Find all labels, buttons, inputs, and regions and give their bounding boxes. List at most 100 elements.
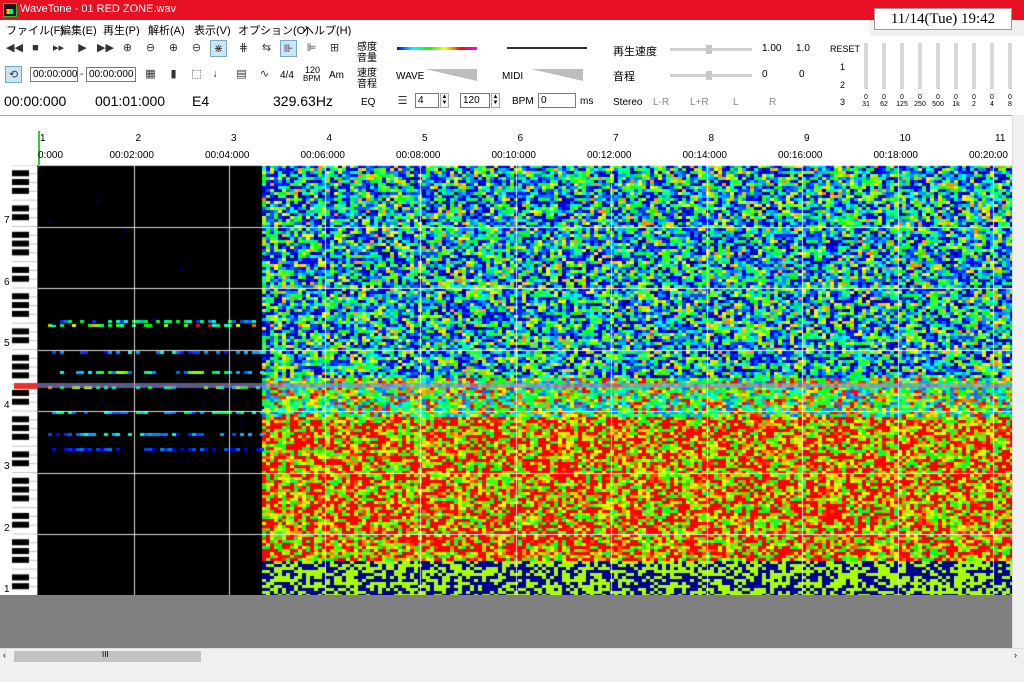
select-icon[interactable]: ⬚: [188, 66, 205, 83]
eq-band-slider[interactable]: [882, 43, 886, 89]
grid-lines-icon[interactable]: ⋕: [235, 40, 252, 57]
measure-label: 8: [708, 133, 715, 144]
playback-speed-value2: 1.0: [796, 43, 810, 54]
eq-band-slider[interactable]: [900, 43, 904, 89]
loop-icon[interactable]: ⟲: [5, 66, 22, 83]
zoom-in-vertical-icon[interactable]: ⊕: [165, 40, 182, 57]
wave-view-icon[interactable]: ⊪: [280, 40, 297, 57]
spectrogram-canvas[interactable]: [38, 165, 1012, 595]
pitch-label: 音程: [613, 71, 635, 83]
book-view-icon[interactable]: ⊞: [326, 40, 343, 57]
octave-label: 1: [4, 584, 10, 595]
playback-speed-value: 1.00: [762, 43, 782, 54]
note-icon[interactable]: ♩: [210, 66, 227, 83]
eq-reset-button[interactable]: RESET: [830, 44, 860, 54]
time-label: 00:10:000: [491, 150, 537, 161]
rewind-icon[interactable]: ◀◀: [6, 40, 23, 57]
timeline-ruler[interactable]: 1 2 3 4 5 6 7 8 9 10 11 0:000 00:02:000 00:04:000 00:0…: [0, 115, 1012, 166]
stereo-l-option[interactable]: L: [733, 97, 739, 108]
eq-band-label: 0 250: [914, 94, 926, 108]
table-icon[interactable]: ▤: [233, 66, 250, 83]
bpm-label: BPM: [512, 96, 534, 107]
midi-level-slider[interactable]: [507, 47, 587, 49]
playback-speed-thumb[interactable]: [706, 45, 712, 54]
pitch-value2: 0: [799, 69, 805, 80]
loop-end-field[interactable]: 00:00:000: [86, 67, 136, 82]
grid-toggle-icon[interactable]: ⋇: [210, 40, 227, 57]
curve-icon[interactable]: ∿: [256, 66, 273, 83]
playback-speed-slider[interactable]: [670, 45, 752, 54]
eq-band-label: 0 8: [1008, 94, 1012, 108]
horizontal-scroll-thumb[interactable]: III: [14, 650, 201, 662]
measure-label: 7: [613, 133, 619, 144]
eq-band-label: 0 31: [862, 94, 870, 108]
spectrogram-view[interactable]: [38, 165, 1012, 595]
horizontal-scrollbar[interactable]: ‹ III ›: [0, 648, 1024, 664]
time-label: 00:12:000: [587, 150, 632, 161]
color-sensitivity-slider[interactable]: [397, 47, 477, 50]
volume-label: 音量: [357, 53, 377, 64]
beats-spinner[interactable]: ▲ ▼: [440, 93, 449, 108]
measure-readout: 001:01:000: [95, 93, 166, 109]
eq-band-label: 0 125: [896, 94, 908, 108]
eq-band-slider[interactable]: [864, 43, 868, 89]
eq-band-slider[interactable]: [954, 43, 958, 89]
eq-row-2[interactable]: 2: [840, 80, 845, 90]
ms-label: ms: [580, 96, 594, 107]
vertical-scrollbar[interactable]: [1012, 115, 1024, 648]
eq-band-slider[interactable]: [918, 43, 922, 89]
wave-gain-slider[interactable]: [425, 69, 477, 81]
time-label: 00:08:000: [396, 150, 441, 161]
time-label: 00:18:000: [873, 150, 919, 161]
stereo-r-option[interactable]: R: [769, 97, 776, 108]
eq-row-1[interactable]: 1: [840, 62, 845, 72]
measure-label: 2: [135, 133, 142, 144]
loop-start-field[interactable]: 00:00:000: [30, 67, 78, 82]
bpm-field[interactable]: 120: [460, 93, 490, 108]
eq-row-3[interactable]: 3: [840, 97, 845, 107]
scroll-left-icon[interactable]: ‹: [3, 650, 6, 660]
eq-band-slider[interactable]: [990, 43, 994, 89]
status-bar: [0, 664, 1024, 682]
zoom-out-horizontal-icon[interactable]: ⊖: [142, 40, 159, 57]
loop-separator: -: [80, 69, 84, 80]
play-icon[interactable]: ▶: [74, 40, 91, 57]
piano-keyboard[interactable]: 7 6 5 4 3 2 1: [0, 165, 38, 595]
layout-icon[interactable]: ▦: [142, 66, 159, 83]
measure-label: 5: [422, 133, 428, 144]
chord-icon[interactable]: Am: [329, 70, 344, 81]
pitch-slider[interactable]: [670, 71, 752, 80]
zoom-in-horizontal-icon[interactable]: ⊕: [119, 40, 136, 57]
midi-gain-slider[interactable]: [531, 69, 583, 81]
beats-field[interactable]: 4: [415, 93, 439, 108]
scroll-right-icon[interactable]: ›: [1014, 650, 1017, 660]
bpm-spinner[interactable]: ▲ ▼: [491, 93, 500, 108]
pitch-thumb[interactable]: [706, 71, 712, 80]
stop-icon[interactable]: ■: [27, 40, 44, 57]
measure-label: 3: [231, 133, 237, 144]
eq-band-slider[interactable]: [936, 43, 940, 89]
bpm-icon-bottom[interactable]: BPM: [303, 74, 320, 83]
marker-icon[interactable]: ▮: [165, 66, 182, 83]
measure-label: 11: [995, 133, 1006, 144]
stereo-lplusr-option[interactable]: L+R: [690, 97, 709, 108]
octave-label: 7: [4, 215, 10, 226]
swap-icon[interactable]: ⇆: [258, 40, 275, 57]
eq-band-slider[interactable]: [1008, 43, 1012, 89]
spectrum-view-icon[interactable]: ⊫: [303, 40, 320, 57]
offset-field[interactable]: 0: [538, 93, 576, 108]
octave-label: 4: [4, 399, 10, 411]
time-label: 00:16:000: [778, 150, 823, 161]
pitch-label-small: 音程: [357, 79, 377, 90]
time-label: 00:14:000: [682, 150, 728, 161]
fast-forward-icon[interactable]: ▶▶: [97, 40, 114, 57]
measure-label: 10: [899, 133, 911, 144]
stereo-lr-option[interactable]: L-R: [653, 97, 669, 108]
app-icon: [3, 3, 17, 17]
zoom-out-vertical-icon[interactable]: ⊖: [188, 40, 205, 57]
time-label: 00:20:00: [969, 150, 1008, 161]
step-play-icon[interactable]: ▸▸: [50, 40, 67, 57]
title-bar: WaveTone - 01 RED ZONE.wav: [0, 0, 1024, 20]
time-signature-icon[interactable]: 4/4: [280, 70, 294, 81]
eq-band-slider[interactable]: [972, 43, 976, 89]
